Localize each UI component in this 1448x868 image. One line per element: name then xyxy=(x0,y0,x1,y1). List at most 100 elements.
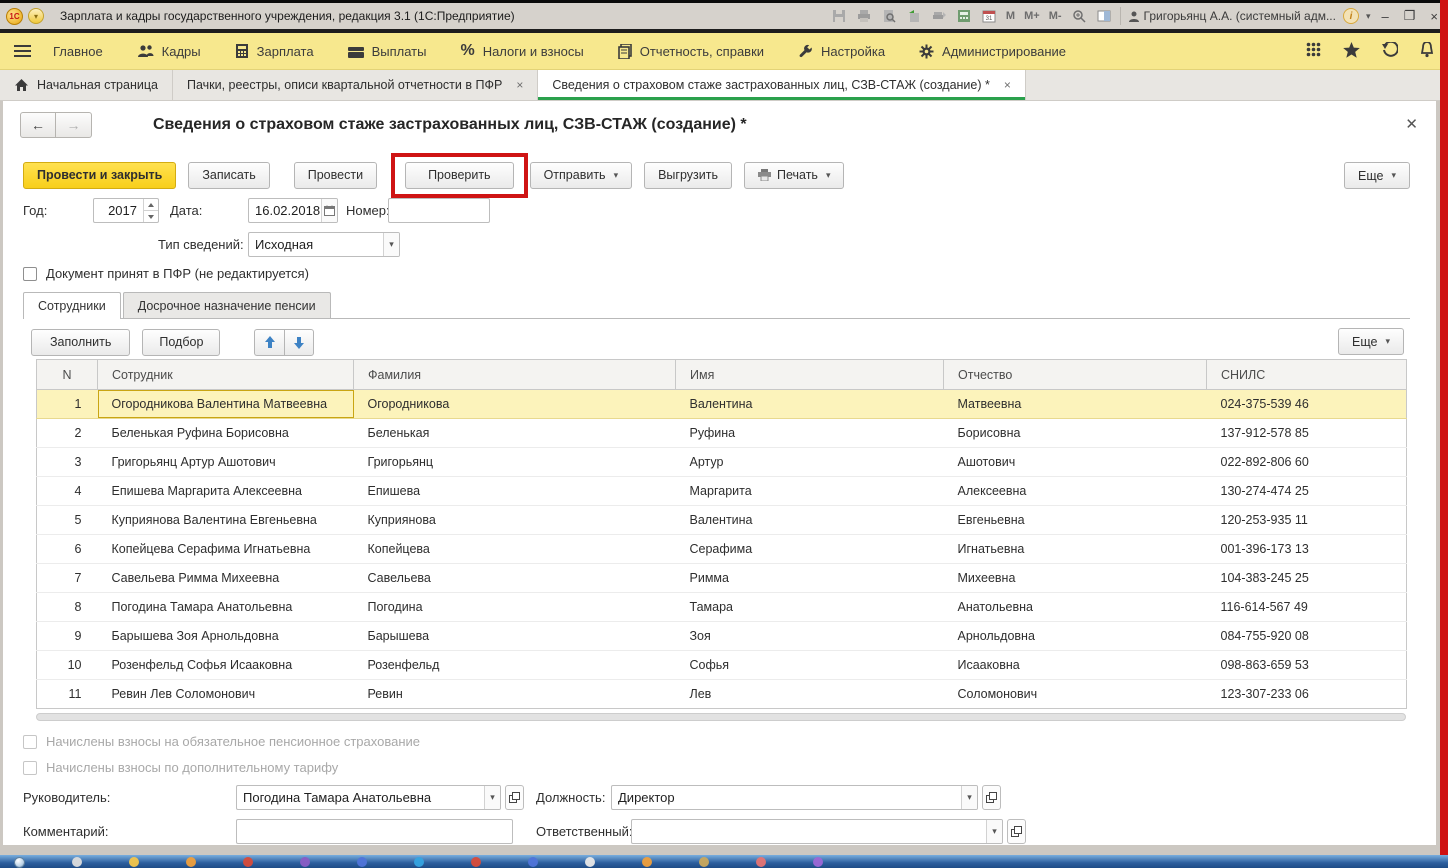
taskbar-app-icon[interactable] xyxy=(72,857,82,867)
employee-cell[interactable]: Погодина Тамара Анатольевна xyxy=(98,593,354,622)
employee-cell[interactable]: Беленькая Руфина Борисовна xyxy=(98,419,354,448)
menu-item-administration[interactable]: Администрирование xyxy=(919,44,1066,59)
taskbar-app-icon[interactable] xyxy=(699,857,709,867)
start-button[interactable] xyxy=(14,857,25,868)
tab-employees[interactable]: Сотрудники xyxy=(23,292,121,318)
firstname-cell[interactable]: Маргарита xyxy=(676,477,944,506)
taskbar-app-icon[interactable] xyxy=(528,857,538,867)
snils-cell[interactable]: 084-755-920 08 xyxy=(1207,622,1407,651)
lastname-cell[interactable]: Розенфельд xyxy=(354,651,676,680)
open-manager-icon[interactable] xyxy=(505,785,524,810)
split-view-icon[interactable] xyxy=(1095,7,1113,25)
snils-cell[interactable]: 104-383-245 25 xyxy=(1207,564,1407,593)
responsible-select[interactable]: ▾ xyxy=(631,819,1003,844)
info-dropdown-icon[interactable]: ▾ xyxy=(1366,11,1371,22)
lastname-cell[interactable]: Епишева xyxy=(354,477,676,506)
patronymic-cell[interactable]: Игнатьевна xyxy=(944,535,1207,564)
taskbar-app-icon[interactable] xyxy=(642,857,652,867)
snils-cell[interactable]: 130-274-474 25 xyxy=(1207,477,1407,506)
employee-cell[interactable]: Розенфельд Софья Исааковна xyxy=(98,651,354,680)
post-button[interactable]: Провести xyxy=(294,162,377,189)
position-select[interactable]: Директор ▾ xyxy=(611,785,978,810)
send-button[interactable]: Отправить▾ xyxy=(530,162,633,189)
row-number-cell[interactable]: 1 xyxy=(37,390,98,419)
table-row[interactable]: 8Погодина Тамара АнатольевнаПогодинаТама… xyxy=(37,593,1407,622)
firstname-cell[interactable]: Римма xyxy=(676,564,944,593)
row-number-cell[interactable]: 10 xyxy=(37,651,98,680)
calendar-picker-icon[interactable] xyxy=(321,199,337,222)
lastname-cell[interactable]: Огородникова xyxy=(354,390,676,419)
tab-pfr-registries[interactable]: Пачки, реестры, описи квартальной отчетн… xyxy=(173,70,538,100)
comment-field[interactable] xyxy=(236,819,513,844)
table-row[interactable]: 10Розенфельд Софья ИсааковнаРозенфельдСо… xyxy=(37,651,1407,680)
patronymic-cell[interactable]: Исааковна xyxy=(944,651,1207,680)
print-button[interactable]: Печать▾ xyxy=(744,162,844,189)
employee-cell[interactable]: Ревин Лев Соломонович xyxy=(98,680,354,709)
employee-cell[interactable]: Григорьянц Артур Ашотович xyxy=(98,448,354,477)
chevron-down-icon[interactable]: ▾ xyxy=(484,786,500,809)
snils-cell[interactable]: 098-863-659 53 xyxy=(1207,651,1407,680)
row-number-cell[interactable]: 5 xyxy=(37,506,98,535)
lastname-cell[interactable]: Ревин xyxy=(354,680,676,709)
open-responsible-icon[interactable] xyxy=(1007,819,1026,844)
chevron-down-icon[interactable]: ▾ xyxy=(986,820,1002,843)
table-row[interactable]: 2Беленькая Руфина БорисовнаБеленькаяРуфи… xyxy=(37,419,1407,448)
firstname-cell[interactable]: Софья xyxy=(676,651,944,680)
table-row[interactable]: 4Епишева Маргарита АлексеевнаЕпишеваМарг… xyxy=(37,477,1407,506)
snils-cell[interactable]: 116-614-567 49 xyxy=(1207,593,1407,622)
employee-cell[interactable]: Копейцева Серафима Игнатьевна xyxy=(98,535,354,564)
firstname-cell[interactable]: Серафима xyxy=(676,535,944,564)
close-tab-icon[interactable]: × xyxy=(1004,78,1011,92)
row-number-cell[interactable]: 3 xyxy=(37,448,98,477)
forward-button[interactable]: → xyxy=(56,112,92,138)
close-form-icon[interactable]: ✕ xyxy=(1405,115,1418,133)
firstname-cell[interactable]: Валентина xyxy=(676,506,944,535)
employee-cell[interactable]: Епишева Маргарита Алексеевна xyxy=(98,477,354,506)
snils-cell[interactable]: 137-912-578 85 xyxy=(1207,419,1407,448)
snils-cell[interactable]: 123-307-233 06 xyxy=(1207,680,1407,709)
firstname-cell[interactable]: Валентина xyxy=(676,390,944,419)
unload-button[interactable]: Выгрузить xyxy=(644,162,732,189)
employee-cell[interactable]: Савельева Римма Михеевна xyxy=(98,564,354,593)
taskbar-app-icon[interactable] xyxy=(414,857,424,867)
notifications-bell-icon[interactable] xyxy=(1420,42,1434,61)
close-tab-icon[interactable]: × xyxy=(516,78,523,92)
menu-item-settings[interactable]: Настройка xyxy=(798,44,885,59)
menu-item-staff[interactable]: Кадры xyxy=(137,44,201,59)
taskbar-app-icon[interactable] xyxy=(756,857,766,867)
firstname-cell[interactable]: Артур xyxy=(676,448,944,477)
column-header-patronymic[interactable]: Отчество xyxy=(944,360,1207,390)
firstname-cell[interactable]: Руфина xyxy=(676,419,944,448)
info-type-select[interactable]: Исходная ▾ xyxy=(248,232,400,257)
horizontal-scrollbar[interactable] xyxy=(36,713,1406,721)
table-row[interactable]: 3Григорьянц Артур АшотовичГригорьянцАрту… xyxy=(37,448,1407,477)
menu-item-main[interactable]: Главное xyxy=(53,44,103,59)
lastname-cell[interactable]: Барышева xyxy=(354,622,676,651)
firstname-cell[interactable]: Тамара xyxy=(676,593,944,622)
lastname-cell[interactable]: Беленькая xyxy=(354,419,676,448)
column-header-lastname[interactable]: Фамилия xyxy=(354,360,676,390)
patronymic-cell[interactable]: Алексеевна xyxy=(944,477,1207,506)
tab-home[interactable]: Начальная страница xyxy=(0,70,173,100)
favorites-star-icon[interactable] xyxy=(1343,42,1360,61)
patronymic-cell[interactable]: Арнольдовна xyxy=(944,622,1207,651)
table-row[interactable]: 9Барышева Зоя АрнольдовнаБарышеваЗояАрно… xyxy=(37,622,1407,651)
taskbar-app-icon[interactable] xyxy=(129,857,139,867)
column-header-row-number[interactable]: N xyxy=(37,360,98,390)
year-spinner[interactable] xyxy=(143,199,158,222)
table-row[interactable]: 1Огородникова Валентина МатвеевнаОгородн… xyxy=(37,390,1407,419)
save-icon[interactable] xyxy=(830,7,848,25)
menu-item-salary[interactable]: Зарплата xyxy=(235,44,314,59)
snils-cell[interactable]: 120-253-935 11 xyxy=(1207,506,1407,535)
zoom-icon[interactable] xyxy=(1070,7,1088,25)
checkbox-box[interactable] xyxy=(23,267,37,281)
system-menu-arrow-icon[interactable]: ▾ xyxy=(28,8,44,24)
more-button-top[interactable]: Еще▾ xyxy=(1344,162,1410,189)
table-row[interactable]: 5Куприянова Валентина ЕвгеньевнаКуприяно… xyxy=(37,506,1407,535)
back-button[interactable]: ← xyxy=(20,112,56,138)
taskbar-app-icon[interactable] xyxy=(471,857,481,867)
date-field[interactable]: 16.02.2018 xyxy=(248,198,338,223)
chevron-down-icon[interactable]: ▾ xyxy=(383,233,399,256)
lastname-cell[interactable]: Копейцева xyxy=(354,535,676,564)
row-number-cell[interactable]: 6 xyxy=(37,535,98,564)
